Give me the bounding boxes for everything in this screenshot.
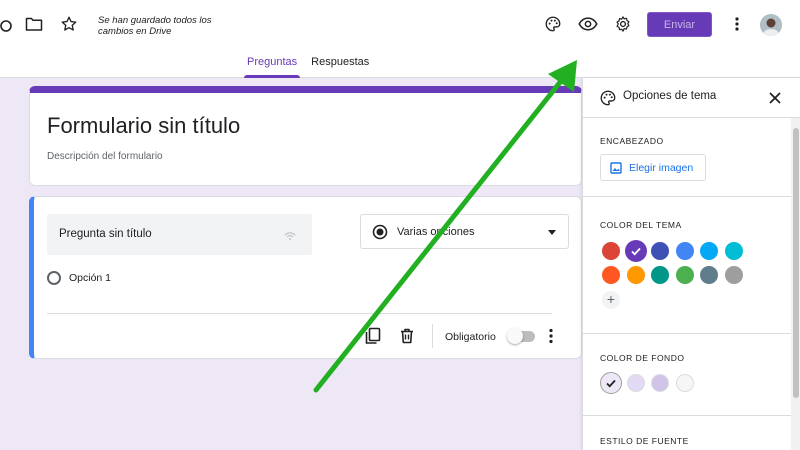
form-title-card: Formulario sin título Descripción del fo…	[29, 86, 582, 186]
theme-color-swatch[interactable]	[602, 242, 620, 260]
background-color-swatch[interactable]	[675, 374, 694, 392]
theme-color-swatch[interactable]	[724, 242, 743, 260]
question-title-text: Pregunta sin título	[59, 228, 152, 240]
theme-color-swatch[interactable]	[700, 266, 718, 284]
question-type-select[interactable]: Varias opciones	[360, 214, 569, 249]
radio-empty-icon	[47, 271, 61, 285]
background-color-swatch[interactable]	[626, 374, 645, 392]
add-image-icon[interactable]	[282, 226, 298, 242]
duplicate-icon[interactable]	[364, 327, 382, 345]
theme-color-swatch[interactable]	[651, 242, 669, 260]
preview-eye-icon[interactable]	[576, 12, 600, 36]
background-color-swatch[interactable]	[600, 372, 622, 394]
question-type-label: Varias opciones	[397, 226, 475, 238]
top-bar: Se han guardado todos los cambios en Dri…	[0, 0, 800, 78]
more-vert-icon[interactable]	[725, 12, 749, 36]
theme-color-swatch[interactable]	[724, 266, 743, 284]
app-icon[interactable]	[0, 14, 18, 38]
image-icon	[610, 161, 622, 174]
toggle-knob	[507, 328, 523, 344]
palette-icon[interactable]	[541, 12, 565, 36]
dropdown-arrow-icon	[548, 230, 556, 235]
footer-separator	[432, 324, 433, 348]
radio-button-icon	[372, 224, 388, 240]
add-custom-color-button[interactable]: +	[602, 291, 620, 309]
star-icon[interactable]	[57, 12, 81, 36]
question-more-vert-icon[interactable]	[542, 327, 560, 345]
avatar[interactable]	[760, 14, 782, 36]
required-label: Obligatorio	[445, 331, 496, 343]
delete-trash-icon[interactable]	[398, 327, 416, 345]
scrollbar-thumb[interactable]	[793, 128, 799, 398]
theme-color-swatch[interactable]	[626, 266, 645, 284]
tab-preguntas[interactable]: Preguntas	[240, 52, 304, 78]
question-card[interactable]: Pregunta sin título Varias opciones Opci…	[29, 196, 582, 359]
send-button[interactable]: Enviar	[647, 12, 712, 37]
background-color-label: COLOR DE FONDO	[600, 353, 685, 363]
folder-icon[interactable]	[22, 12, 46, 36]
background-color-swatch[interactable]	[651, 374, 669, 392]
font-style-label: ESTILO DE FUENTE	[600, 436, 689, 446]
tab-respuestas[interactable]: Respuestas	[304, 52, 376, 78]
required-toggle[interactable]	[507, 328, 535, 344]
option-row[interactable]: Opción 1	[47, 269, 111, 287]
form-tabs: Preguntas Respuestas	[240, 52, 376, 78]
choose-image-button[interactable]: Elegir imagen	[600, 154, 706, 181]
theme-color-swatch[interactable]	[651, 266, 669, 284]
theme-color-swatch[interactable]	[675, 266, 694, 284]
choose-image-label: Elegir imagen	[629, 161, 694, 174]
header-section-label: ENCABEZADO	[600, 136, 664, 146]
panel-scrollbar[interactable]	[791, 118, 800, 450]
form-description-input[interactable]: Descripción del formulario	[47, 151, 163, 162]
theme-color-swatch[interactable]	[624, 240, 647, 262]
option-label[interactable]: Opción 1	[69, 272, 111, 284]
question-divider	[47, 313, 552, 314]
panel-title: Opciones de tema	[623, 90, 717, 102]
save-status: Se han guardado todos los cambios en Dri…	[98, 15, 212, 37]
form-title[interactable]: Formulario sin título	[47, 113, 240, 139]
theme-options-panel: Opciones de tema ENCABEZADO Elegir image…	[582, 78, 800, 450]
settings-gear-icon[interactable]	[611, 12, 635, 36]
theme-color-label: COLOR DEL TEMA	[600, 220, 682, 230]
panel-palette-icon	[596, 86, 620, 110]
theme-color-swatch[interactable]	[602, 266, 620, 284]
panel-header: Opciones de tema	[583, 78, 800, 118]
theme-color-swatch[interactable]	[675, 242, 694, 260]
theme-color-swatch[interactable]	[700, 242, 718, 260]
question-title-input[interactable]: Pregunta sin título	[47, 214, 312, 255]
close-icon[interactable]	[763, 86, 787, 110]
